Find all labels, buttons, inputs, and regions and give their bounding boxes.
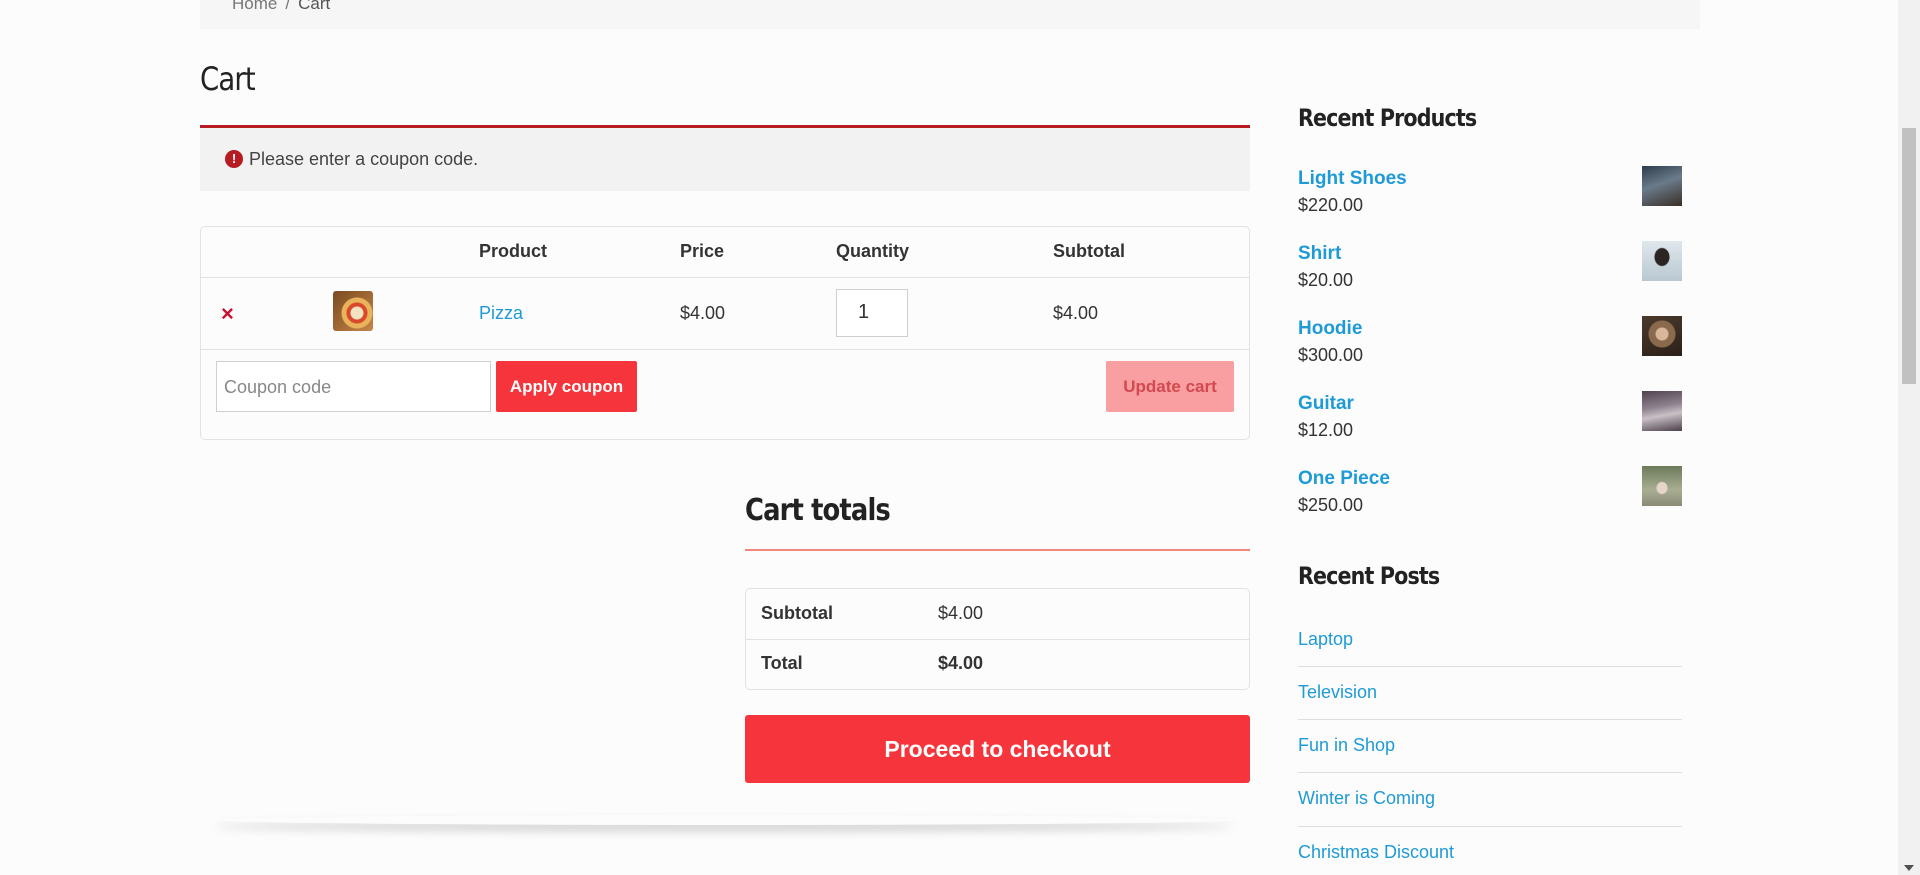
totals-subtotal-value: $4.00 — [938, 603, 984, 623]
cart-table: Product Price Quantity Subtotal × Pizza … — [200, 226, 1250, 440]
cart-totals-title: Cart totals — [745, 493, 891, 528]
breadcrumb-separator: / — [285, 0, 291, 13]
recent-product-name[interactable]: Guitar — [1298, 393, 1354, 415]
recent-product-item: One Piece $250.00 — [1298, 466, 1682, 528]
recent-product-name[interactable]: Light Shoes — [1298, 168, 1407, 190]
recent-product-name[interactable]: Hoodie — [1298, 318, 1362, 340]
recent-product-price: $220.00 — [1298, 195, 1364, 215]
error-notice: ! Please enter a coupon code. — [200, 125, 1250, 191]
page-title: Cart — [200, 60, 256, 98]
pizza-thumbnail[interactable] — [333, 291, 373, 331]
breadcrumb-current: Cart — [298, 0, 331, 13]
coupon-code-input[interactable]: Coupon code — [216, 361, 491, 412]
totals-divider — [746, 639, 1249, 640]
recent-product-name[interactable]: Shirt — [1298, 243, 1341, 265]
post-divider — [1298, 826, 1682, 827]
recent-product-price: $20.00 — [1298, 270, 1354, 290]
item-price: $4.00 — [680, 303, 726, 323]
item-subtotal: $4.00 — [1053, 303, 1099, 323]
scroll-down-arrow-icon[interactable] — [1904, 865, 1914, 871]
recent-post-link[interactable]: Fun in Shop — [1298, 735, 1682, 756]
recent-product-item: Shirt $20.00 — [1298, 241, 1682, 303]
recent-product-price: $12.00 — [1298, 420, 1354, 440]
breadcrumb: Home / Cart — [232, 0, 330, 14]
post-divider — [1298, 719, 1682, 720]
recent-post-link[interactable]: Christmas Discount — [1298, 842, 1682, 863]
recent-product-item: Hoodie $300.00 — [1298, 316, 1682, 378]
recent-product-item: Light Shoes $220.00 — [1298, 166, 1682, 228]
header-product: Product — [479, 241, 548, 261]
header-price: Price — [680, 241, 725, 261]
breadcrumb-bar: Home / Cart — [200, 0, 1700, 29]
totals-total-value: $4.00 — [938, 653, 984, 673]
guitar-thumbnail[interactable] — [1642, 391, 1682, 431]
recent-product-name[interactable]: One Piece — [1298, 468, 1390, 490]
breadcrumb-home-link[interactable]: Home — [232, 0, 277, 13]
header-divider — [201, 277, 1249, 278]
scrollbar-thumb[interactable] — [1902, 128, 1916, 384]
exclamation-icon: ! — [225, 150, 243, 168]
recent-product-price: $300.00 — [1298, 345, 1364, 365]
recent-post-link[interactable]: Winter is Coming — [1298, 788, 1682, 809]
product-link-pizza[interactable]: Pizza — [479, 303, 523, 324]
proceed-to-checkout-button[interactable]: Proceed to checkout — [745, 715, 1250, 783]
totals-total-label: Total — [761, 653, 803, 673]
notice-text: Please enter a coupon code. — [249, 149, 479, 169]
post-divider — [1298, 666, 1682, 667]
apply-coupon-button[interactable]: Apply coupon — [496, 361, 637, 412]
cart-totals-underline — [745, 549, 1250, 551]
recent-products-title: Recent Products — [1298, 104, 1477, 132]
recent-product-price: $250.00 — [1298, 495, 1364, 515]
recent-posts-title: Recent Posts — [1298, 562, 1440, 590]
recent-post-link[interactable]: Television — [1298, 682, 1682, 703]
recent-post-link[interactable]: Laptop — [1298, 629, 1682, 650]
totals-subtotal-label: Subtotal — [761, 603, 833, 623]
page-scrollbar[interactable] — [1898, 0, 1920, 875]
content-shadow — [215, 815, 1235, 825]
cart-totals-table: Subtotal $4.00 Total $4.00 — [745, 588, 1250, 690]
hoodie-thumbnail[interactable] — [1642, 316, 1682, 356]
quantity-input[interactable]: 1 — [836, 289, 908, 337]
light-shoes-thumbnail[interactable] — [1642, 166, 1682, 206]
recent-product-item: Guitar $12.00 — [1298, 391, 1682, 453]
header-subtotal: Subtotal — [1053, 241, 1125, 261]
one-piece-thumbnail[interactable] — [1642, 466, 1682, 506]
shirt-thumbnail[interactable] — [1642, 241, 1682, 281]
row-divider — [201, 349, 1249, 350]
update-cart-button[interactable]: Update cart — [1106, 361, 1234, 412]
remove-item-icon[interactable]: × — [221, 303, 234, 325]
post-divider — [1298, 772, 1682, 773]
header-quantity: Quantity — [836, 241, 910, 261]
